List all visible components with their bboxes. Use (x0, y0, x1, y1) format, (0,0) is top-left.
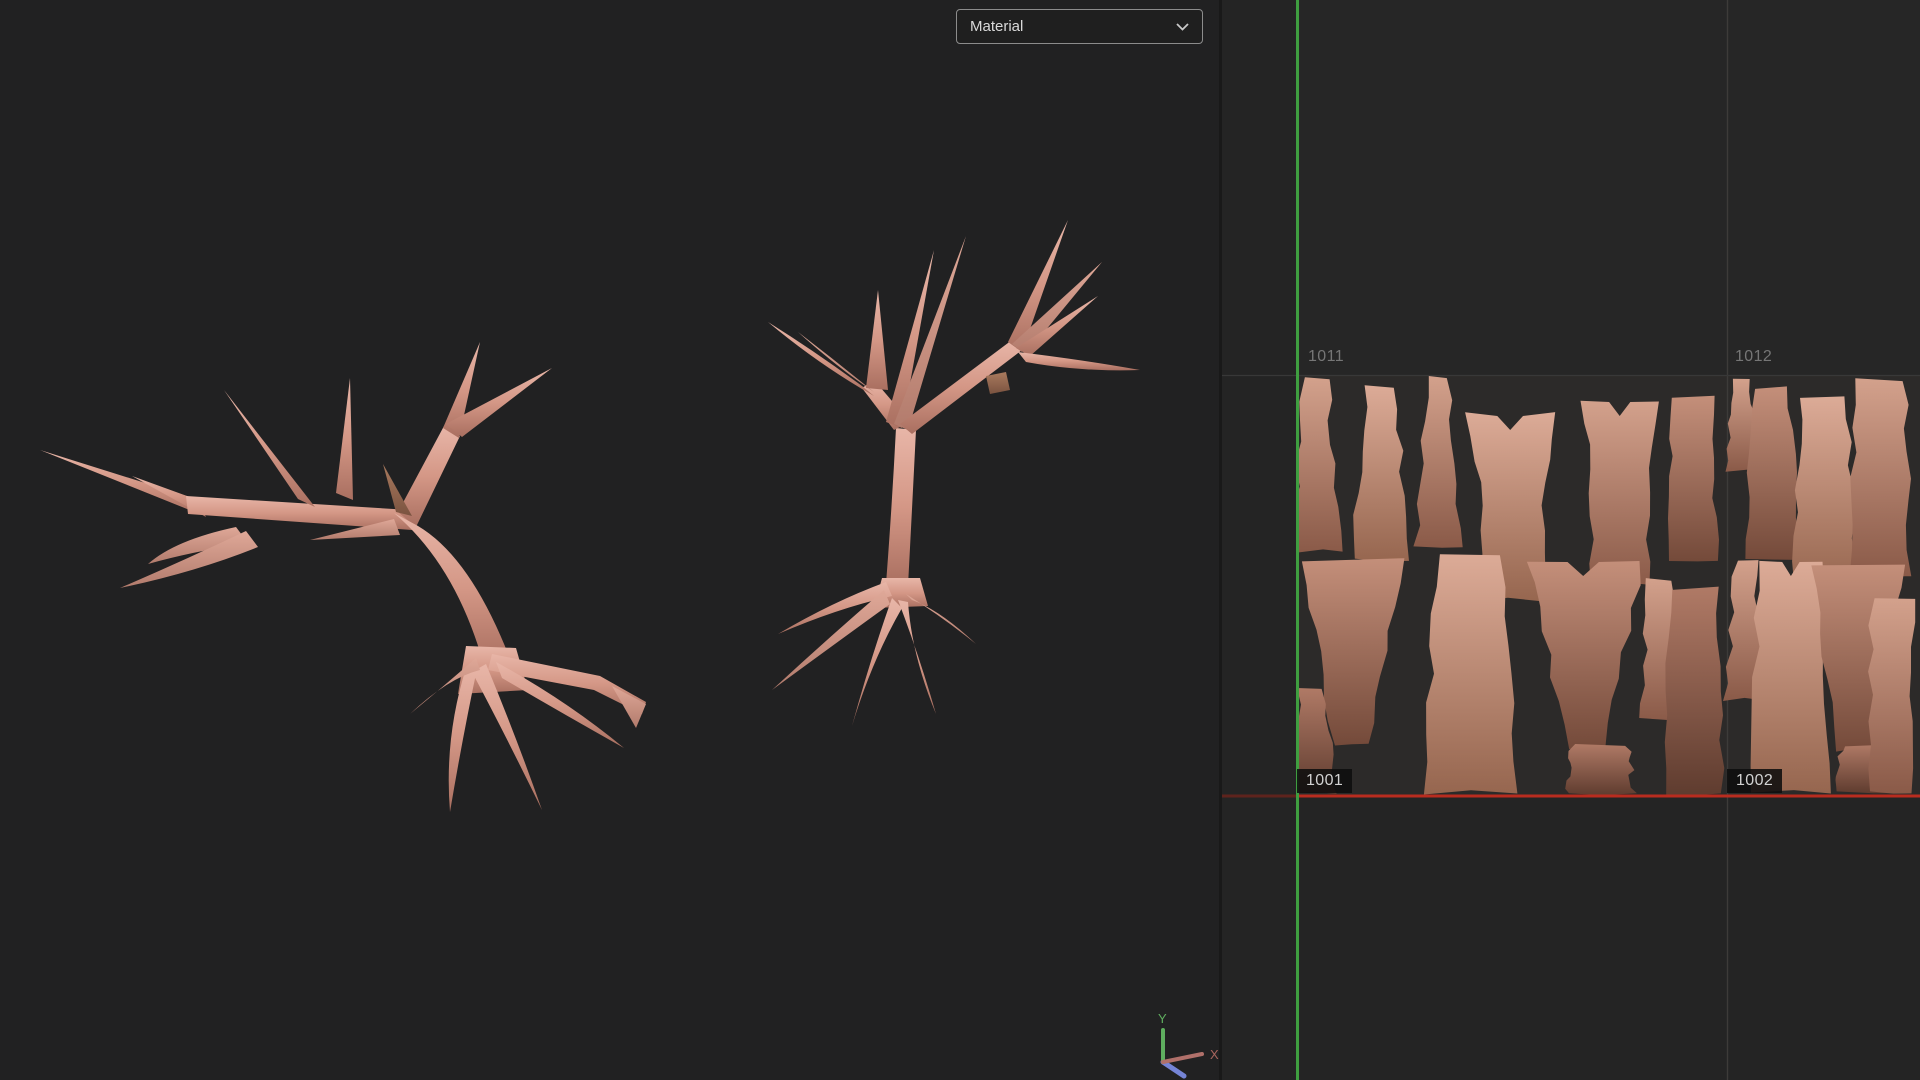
uv-layout-render (1222, 0, 1920, 1080)
uv-island[interactable] (1668, 396, 1719, 562)
material-dropdown[interactable]: Material (956, 9, 1203, 44)
axis-gizmo: Y X Z (1110, 1002, 1219, 1080)
x-axis-line (1163, 1054, 1202, 1062)
uv-island[interactable] (1868, 598, 1915, 793)
udim-tile-label-1001: 1001 (1297, 769, 1352, 793)
z-axis-line (1163, 1062, 1184, 1076)
uv-island[interactable] (1665, 587, 1725, 796)
uv-island[interactable] (1565, 744, 1637, 795)
tree-model-right (768, 220, 1140, 726)
udim-tile-label-1002: 1002 (1727, 769, 1782, 793)
y-axis-label: Y (1158, 1011, 1167, 1026)
udim-tile-label-1011: 1011 (1308, 347, 1344, 366)
viewport-3d[interactable]: Material Y X Z (0, 0, 1219, 1080)
udim-empty-tile-row (1297, 0, 1920, 375)
uv-island[interactable] (1850, 378, 1912, 576)
material-dropdown-value: Material (970, 18, 1023, 35)
uv-island[interactable] (1424, 554, 1518, 794)
tree-models-render (0, 0, 1219, 1080)
uv-editor-canvas[interactable]: 1011 1012 1001 1002 (1222, 0, 1920, 1080)
tree-model-left (40, 342, 646, 812)
x-axis-label: X (1210, 1047, 1219, 1062)
udim-tile-label-1012: 1012 (1735, 347, 1772, 366)
uv-island[interactable] (1581, 401, 1659, 587)
chevron-down-icon (1176, 23, 1189, 31)
